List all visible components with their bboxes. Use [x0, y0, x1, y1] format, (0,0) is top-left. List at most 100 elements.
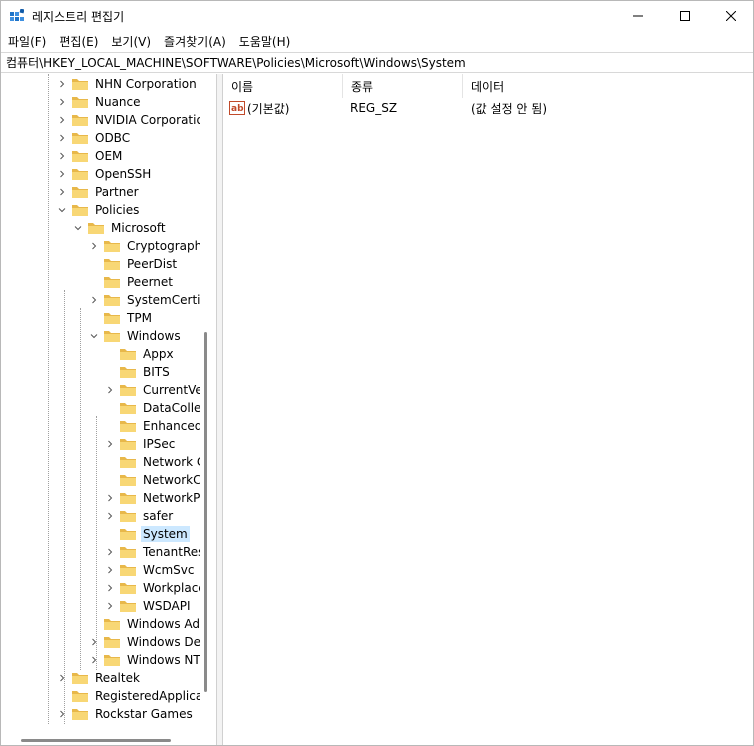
- chevron-right-icon[interactable]: [57, 111, 67, 129]
- tree-item[interactable]: Windows Adv: [89, 615, 200, 633]
- tree-item-label: Windows Adv: [127, 617, 200, 631]
- chevron-right-icon[interactable]: [105, 507, 115, 525]
- folder-icon: [120, 511, 136, 522]
- tree-item-label: PeerDist: [127, 257, 178, 271]
- chevron-down-icon[interactable]: [73, 219, 83, 237]
- tree-item-label: Windows: [127, 329, 181, 343]
- tree-item-label: EnhancedS: [143, 419, 200, 433]
- tree-horizontal-scrollbar[interactable]: [21, 739, 171, 742]
- tree-item[interactable]: IPSec: [105, 435, 177, 453]
- chevron-right-icon[interactable]: [57, 183, 67, 201]
- title-bar[interactable]: 레지스트리 편집기: [1, 1, 753, 31]
- tree-item[interactable]: System: [105, 525, 190, 543]
- chevron-right-icon[interactable]: [57, 165, 67, 183]
- tree-item[interactable]: SystemCertific: [89, 291, 200, 309]
- chevron-right-icon[interactable]: [105, 561, 115, 579]
- tree-item[interactable]: OEM: [57, 147, 124, 165]
- chevron-down-icon[interactable]: [57, 201, 67, 219]
- chevron-right-icon[interactable]: [89, 291, 99, 309]
- chevron-right-icon[interactable]: [105, 579, 115, 597]
- minimize-button[interactable]: [615, 1, 661, 31]
- column-header-name[interactable]: 이름: [223, 74, 343, 98]
- tree-item[interactable]: OpenSSH: [57, 165, 153, 183]
- chevron-right-icon[interactable]: [105, 543, 115, 561]
- folder-icon: [120, 421, 136, 432]
- folder-icon: [120, 475, 136, 486]
- key-tree: NHN Corporation Nuance NVIDIA Corporation O…: [1, 74, 200, 729]
- tree-item[interactable]: WcmSvc: [105, 561, 196, 579]
- tree-item[interactable]: NVIDIA Corporation: [57, 111, 200, 129]
- tree-guide-line: [64, 290, 65, 724]
- tree-item-label: Policies: [95, 203, 140, 217]
- tree-item[interactable]: Windows: [89, 327, 183, 345]
- tree-item[interactable]: NetworkPro: [105, 489, 200, 507]
- chevron-right-icon[interactable]: [57, 129, 67, 147]
- value-name: (기본값): [247, 101, 290, 116]
- tree-item[interactable]: Network Co: [105, 453, 200, 471]
- tree-item[interactable]: NetworkCo: [105, 471, 200, 489]
- folder-icon: [72, 115, 88, 126]
- tree-item[interactable]: PeerDist: [89, 255, 179, 273]
- chevron-down-icon[interactable]: [89, 327, 99, 345]
- tree-item[interactable]: Policies: [57, 201, 141, 219]
- tree-item[interactable]: EnhancedS: [105, 417, 200, 435]
- tree-item-label: ODBC: [95, 131, 131, 145]
- value-row[interactable]: ab (기본값) REG_SZ (값 설정 안 됨): [223, 98, 754, 118]
- tree-item[interactable]: Appx: [105, 345, 176, 363]
- tree-item[interactable]: Windows Defe: [89, 633, 200, 651]
- chevron-right-icon[interactable]: [57, 93, 67, 111]
- menu-help[interactable]: 도움말(H): [239, 33, 291, 50]
- folder-icon: [72, 79, 88, 90]
- tree-item[interactable]: Microsoft: [73, 219, 168, 237]
- values-list-pane[interactable]: 이름 종류 데이터 ab (기본값) REG_SZ (값 설정 안 됨): [222, 74, 753, 745]
- chevron-right-icon[interactable]: [105, 597, 115, 615]
- chevron-right-icon[interactable]: [105, 489, 115, 507]
- tree-item[interactable]: WorkplaceJ: [105, 579, 200, 597]
- maximize-button[interactable]: [662, 1, 708, 31]
- tree-item[interactable]: WSDAPI: [105, 597, 193, 615]
- close-button[interactable]: [708, 1, 754, 31]
- tree-item[interactable]: Cryptography: [89, 237, 200, 255]
- address-path[interactable]: 컴퓨터\HKEY_LOCAL_MACHINE\SOFTWARE\Policies…: [6, 54, 466, 71]
- chevron-right-icon[interactable]: [89, 237, 99, 255]
- column-header-data[interactable]: 데이터: [463, 74, 753, 98]
- chevron-right-icon[interactable]: [89, 651, 99, 669]
- tree-item[interactable]: BITS: [105, 363, 172, 381]
- tree-item[interactable]: Nuance: [57, 93, 143, 111]
- tree-item[interactable]: TPM: [89, 309, 154, 327]
- tree-item[interactable]: CurrentVers: [105, 381, 200, 399]
- tree-item[interactable]: RegisteredApplicatio: [57, 687, 200, 705]
- address-bar[interactable]: 컴퓨터\HKEY_LOCAL_MACHINE\SOFTWARE\Policies…: [1, 52, 753, 73]
- tree-vertical-scrollbar[interactable]: [204, 332, 207, 692]
- menu-bar: 파일(F) 편집(E) 보기(V) 즐겨찾기(A) 도움말(H): [1, 31, 753, 51]
- tree-item[interactable]: NHN Corporation: [57, 75, 199, 93]
- menu-view[interactable]: 보기(V): [111, 33, 151, 50]
- tree-item[interactable]: Realtek: [57, 669, 142, 687]
- chevron-right-icon[interactable]: [57, 75, 67, 93]
- tree-item[interactable]: ODBC: [57, 129, 132, 147]
- key-tree-pane[interactable]: NHN Corporation Nuance NVIDIA Corporation O…: [1, 74, 217, 745]
- registry-app-icon: [10, 9, 24, 21]
- chevron-right-icon[interactable]: [57, 669, 67, 687]
- tree-item[interactable]: Peernet: [89, 273, 175, 291]
- chevron-right-icon[interactable]: [89, 633, 99, 651]
- menu-file[interactable]: 파일(F): [8, 33, 46, 50]
- folder-icon: [120, 583, 136, 594]
- tree-item[interactable]: TenantRest: [105, 543, 200, 561]
- tree-item[interactable]: DataCollect: [105, 399, 200, 417]
- tree-item-label: RegisteredApplicatio: [95, 689, 200, 703]
- chevron-right-icon[interactable]: [105, 381, 115, 399]
- tree-item[interactable]: Windows NT: [89, 651, 200, 669]
- tree-item-label: Windows NT: [127, 653, 200, 667]
- menu-edit[interactable]: 편집(E): [59, 33, 98, 50]
- tree-item-label: Peernet: [127, 275, 173, 289]
- column-header-type[interactable]: 종류: [343, 74, 463, 98]
- tree-item[interactable]: safer: [105, 507, 175, 525]
- chevron-right-icon[interactable]: [57, 705, 67, 723]
- chevron-right-icon[interactable]: [57, 147, 67, 165]
- tree-guide-line: [48, 74, 49, 724]
- menu-favorites[interactable]: 즐겨찾기(A): [164, 33, 226, 50]
- chevron-right-icon[interactable]: [105, 435, 115, 453]
- tree-item[interactable]: Partner: [57, 183, 141, 201]
- tree-item[interactable]: Rockstar Games: [57, 705, 195, 723]
